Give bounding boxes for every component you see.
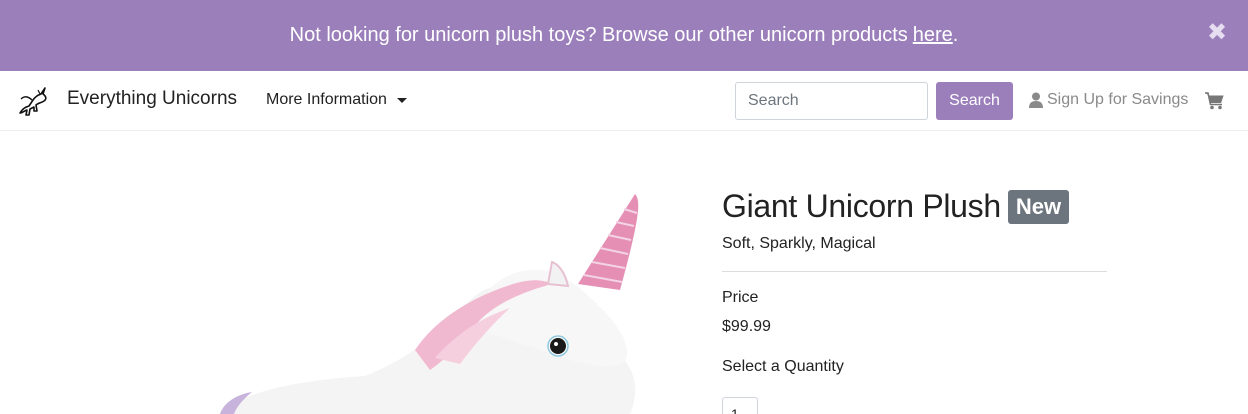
announcement-banner: Not looking for unicorn plush toys? Brow… [0, 0, 1248, 71]
new-badge: New [1007, 189, 1070, 224]
user-icon [1029, 92, 1043, 108]
product-info: Giant Unicorn Plush New Soft, Sparkly, M… [722, 188, 1107, 414]
product-title: Giant Unicorn Plush [722, 188, 1001, 224]
banner-text: Not looking for unicorn plush toys? Brow… [290, 24, 959, 47]
sign-up-link[interactable]: Sign Up for Savings [1029, 91, 1188, 109]
product-subtitle: Soft, Sparkly, Magical [722, 235, 876, 252]
more-information-label: More Information [266, 91, 387, 108]
search-input[interactable] [735, 82, 928, 120]
quantity-label: Select a Quantity [722, 358, 844, 375]
title-row: Giant Unicorn Plush New [722, 188, 1107, 225]
banner-period: . [952, 24, 959, 46]
product-image [220, 194, 639, 414]
banner-link-here[interactable]: here [913, 24, 953, 47]
divider [722, 271, 1107, 272]
more-information-dropdown[interactable]: More Information [266, 91, 407, 109]
chevron-down-icon [396, 97, 407, 103]
quantity-select[interactable]: 1 [722, 397, 758, 414]
price-value: $99.99 [722, 318, 771, 335]
sign-up-label: Sign Up for Savings [1047, 91, 1189, 108]
search-button[interactable]: Search [936, 82, 1013, 120]
close-icon[interactable]: ✖ [1207, 21, 1227, 45]
quantity-value: 1 [731, 406, 739, 414]
brand-name[interactable]: Everything Unicorns [67, 88, 237, 110]
navbar: Everything Unicorns More Information Sea… [0, 71, 1248, 131]
unicorn-logo-icon[interactable] [14, 81, 50, 121]
banner-message: Not looking for unicorn plush toys? Brow… [289, 24, 908, 46]
price-label: Price [722, 289, 759, 306]
cart-icon[interactable] [1205, 92, 1225, 110]
